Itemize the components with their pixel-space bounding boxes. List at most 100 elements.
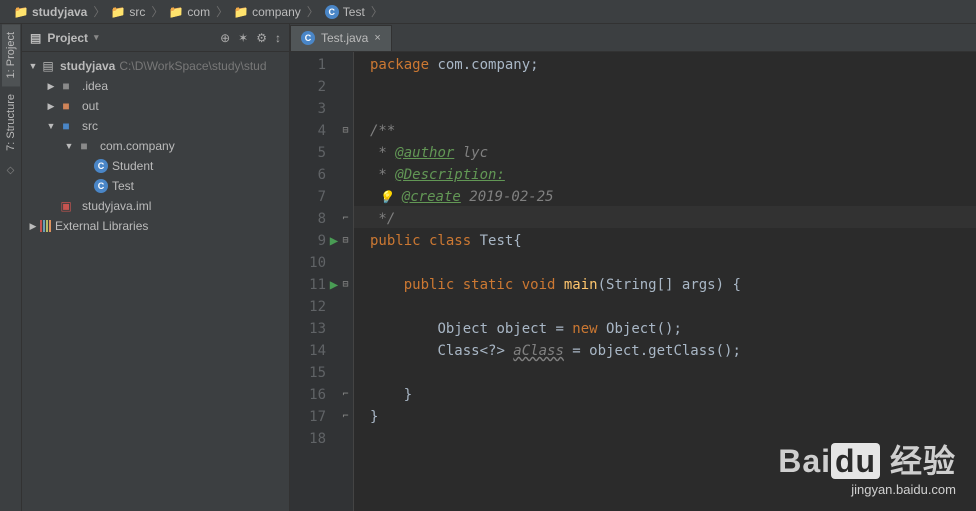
breadcrumb-item-company[interactable]: 📁 company (228, 5, 307, 19)
breadcrumb: 📁 studyjava 〉 📁 src 〉 📁 com 〉 📁 company … (0, 0, 976, 24)
fold-mark[interactable] (338, 142, 353, 164)
line-number[interactable]: 7 (290, 186, 326, 208)
breadcrumb-item-test[interactable]: C Test (319, 5, 371, 19)
line-number[interactable]: 12 (290, 296, 326, 318)
chevron-right-icon: 〉 (371, 3, 383, 20)
code-content[interactable]: package com.company; /** * @author lyc * … (354, 52, 976, 511)
project-icon: ▤ (30, 31, 41, 45)
code-line[interactable] (370, 296, 976, 318)
code-line[interactable]: * @Description: (370, 164, 976, 186)
collapse-icon[interactable]: ✶ (238, 31, 248, 45)
class-icon: C (94, 159, 108, 173)
code-line[interactable]: * @author lyc (370, 142, 976, 164)
breadcrumb-item-root[interactable]: 📁 studyjava (8, 5, 93, 19)
fold-mark[interactable] (338, 362, 353, 384)
line-number[interactable]: 6 (290, 164, 326, 186)
editor-area: C Test.java × 123456789▶1011▶12131415161… (290, 24, 976, 511)
editor-body[interactable]: 123456789▶1011▶12131415161718 ⊟⌐⊟⊟⌐⌐ pac… (290, 52, 976, 511)
fold-mark[interactable] (338, 54, 353, 76)
breadcrumb-item-src[interactable]: 📁 src (105, 5, 151, 19)
fold-mark[interactable] (338, 76, 353, 98)
line-number[interactable]: 17 (290, 406, 326, 428)
hide-icon[interactable]: ↕ (275, 31, 281, 45)
tree-item[interactable]: CTest (22, 176, 289, 196)
code-line[interactable] (370, 428, 976, 450)
class-icon: C (325, 5, 339, 19)
code-line[interactable]: 💡 @create 2019-02-25 (370, 186, 976, 208)
fold-mark[interactable] (338, 428, 353, 450)
tree-item[interactable]: ▼■src (22, 116, 289, 136)
folder-icon: 📁 (234, 5, 248, 19)
expand-icon[interactable]: ▶ (26, 221, 40, 232)
fold-mark[interactable] (338, 340, 353, 362)
iml-file-icon: ▣ (58, 198, 74, 214)
line-number[interactable]: 15 (290, 362, 326, 384)
code-line[interactable] (370, 98, 976, 120)
fold-mark[interactable] (338, 186, 353, 208)
locate-icon[interactable]: ⊕ (220, 31, 230, 45)
tree-item[interactable]: ▣studyjava.iml (22, 196, 289, 216)
code-line[interactable]: Object object = new Object(); (370, 318, 976, 340)
tree-external-libs[interactable]: ▶ External Libraries (22, 216, 289, 236)
fold-mark[interactable] (338, 164, 353, 186)
tool-tab-structure[interactable]: 7: Structure (2, 86, 20, 159)
line-number[interactable]: 16 (290, 384, 326, 406)
tree-item[interactable]: ▼■com.company (22, 136, 289, 156)
expand-icon[interactable]: ▼ (44, 121, 58, 131)
line-number[interactable]: 8 (290, 208, 326, 230)
breadcrumb-item-com[interactable]: 📁 com (163, 5, 216, 19)
close-icon[interactable]: × (374, 32, 380, 44)
fold-mark[interactable]: ⊟ (338, 120, 353, 142)
line-number[interactable]: 14 (290, 340, 326, 362)
code-line[interactable] (370, 252, 976, 274)
code-line[interactable]: /** (370, 120, 976, 142)
gear-icon[interactable]: ⚙ (256, 31, 267, 45)
sidebar-header: ▤ Project ▾ ⊕ ✶ ⚙ ↕ (22, 24, 289, 52)
build-variants-icon[interactable]: ◇ (7, 165, 15, 176)
code-line[interactable]: public static void main(String[] args) { (370, 274, 976, 296)
line-number[interactable]: 5 (290, 142, 326, 164)
expand-icon[interactable]: ▼ (62, 141, 76, 151)
run-gutter-icon[interactable]: ▶ (326, 230, 342, 252)
line-number[interactable]: 9▶ (290, 230, 326, 252)
fold-mark[interactable]: ⌐ (338, 406, 353, 428)
expand-icon[interactable]: ▼ (26, 61, 40, 71)
line-number[interactable]: 13 (290, 318, 326, 340)
line-number[interactable]: 10 (290, 252, 326, 274)
code-line[interactable]: */ (370, 208, 976, 230)
code-line[interactable]: Class<?> aClass = object.getClass(); (370, 340, 976, 362)
chevron-right-icon: 〉 (307, 3, 319, 20)
code-line[interactable]: } (370, 384, 976, 406)
line-number[interactable]: 2 (290, 76, 326, 98)
code-line[interactable]: public class Test{ (370, 230, 976, 252)
code-line[interactable] (370, 76, 976, 98)
fold-mark[interactable] (338, 318, 353, 340)
code-line[interactable]: package com.company; (370, 54, 976, 76)
sidebar-title[interactable]: ▤ Project ▾ (30, 31, 99, 45)
fold-mark[interactable] (338, 252, 353, 274)
tree-root[interactable]: ▼ ▤ studyjava C:\D\WorkSpace\study\stud (22, 56, 289, 76)
line-number[interactable]: 11▶ (290, 274, 326, 296)
project-sidebar: ▤ Project ▾ ⊕ ✶ ⚙ ↕ ▼ ▤ studyjava C:\D\W… (22, 24, 290, 511)
code-line[interactable] (370, 362, 976, 384)
expand-icon[interactable]: ▶ (44, 81, 58, 92)
tree-item[interactable]: ▶■.idea (22, 76, 289, 96)
tree-item[interactable]: ▶■out (22, 96, 289, 116)
tree-item[interactable]: CStudent (22, 156, 289, 176)
run-gutter-icon[interactable]: ▶ (326, 274, 342, 296)
code-line[interactable]: } (370, 406, 976, 428)
expand-icon[interactable]: ▶ (44, 101, 58, 112)
line-number[interactable]: 18 (290, 428, 326, 450)
folder-icon: ■ (58, 78, 74, 94)
line-number[interactable]: 4 (290, 120, 326, 142)
fold-mark[interactable] (338, 98, 353, 120)
line-number[interactable]: 3 (290, 98, 326, 120)
tab-label: Test.java (321, 31, 368, 45)
fold-mark[interactable]: ⌐ (338, 384, 353, 406)
fold-mark[interactable]: ⌐ (338, 208, 353, 230)
fold-mark[interactable] (338, 296, 353, 318)
editor-tab-test[interactable]: C Test.java × (290, 25, 392, 51)
line-number[interactable]: 1 (290, 54, 326, 76)
tool-tab-project[interactable]: 1: Project (2, 24, 20, 86)
folder-icon: ■ (58, 98, 74, 114)
